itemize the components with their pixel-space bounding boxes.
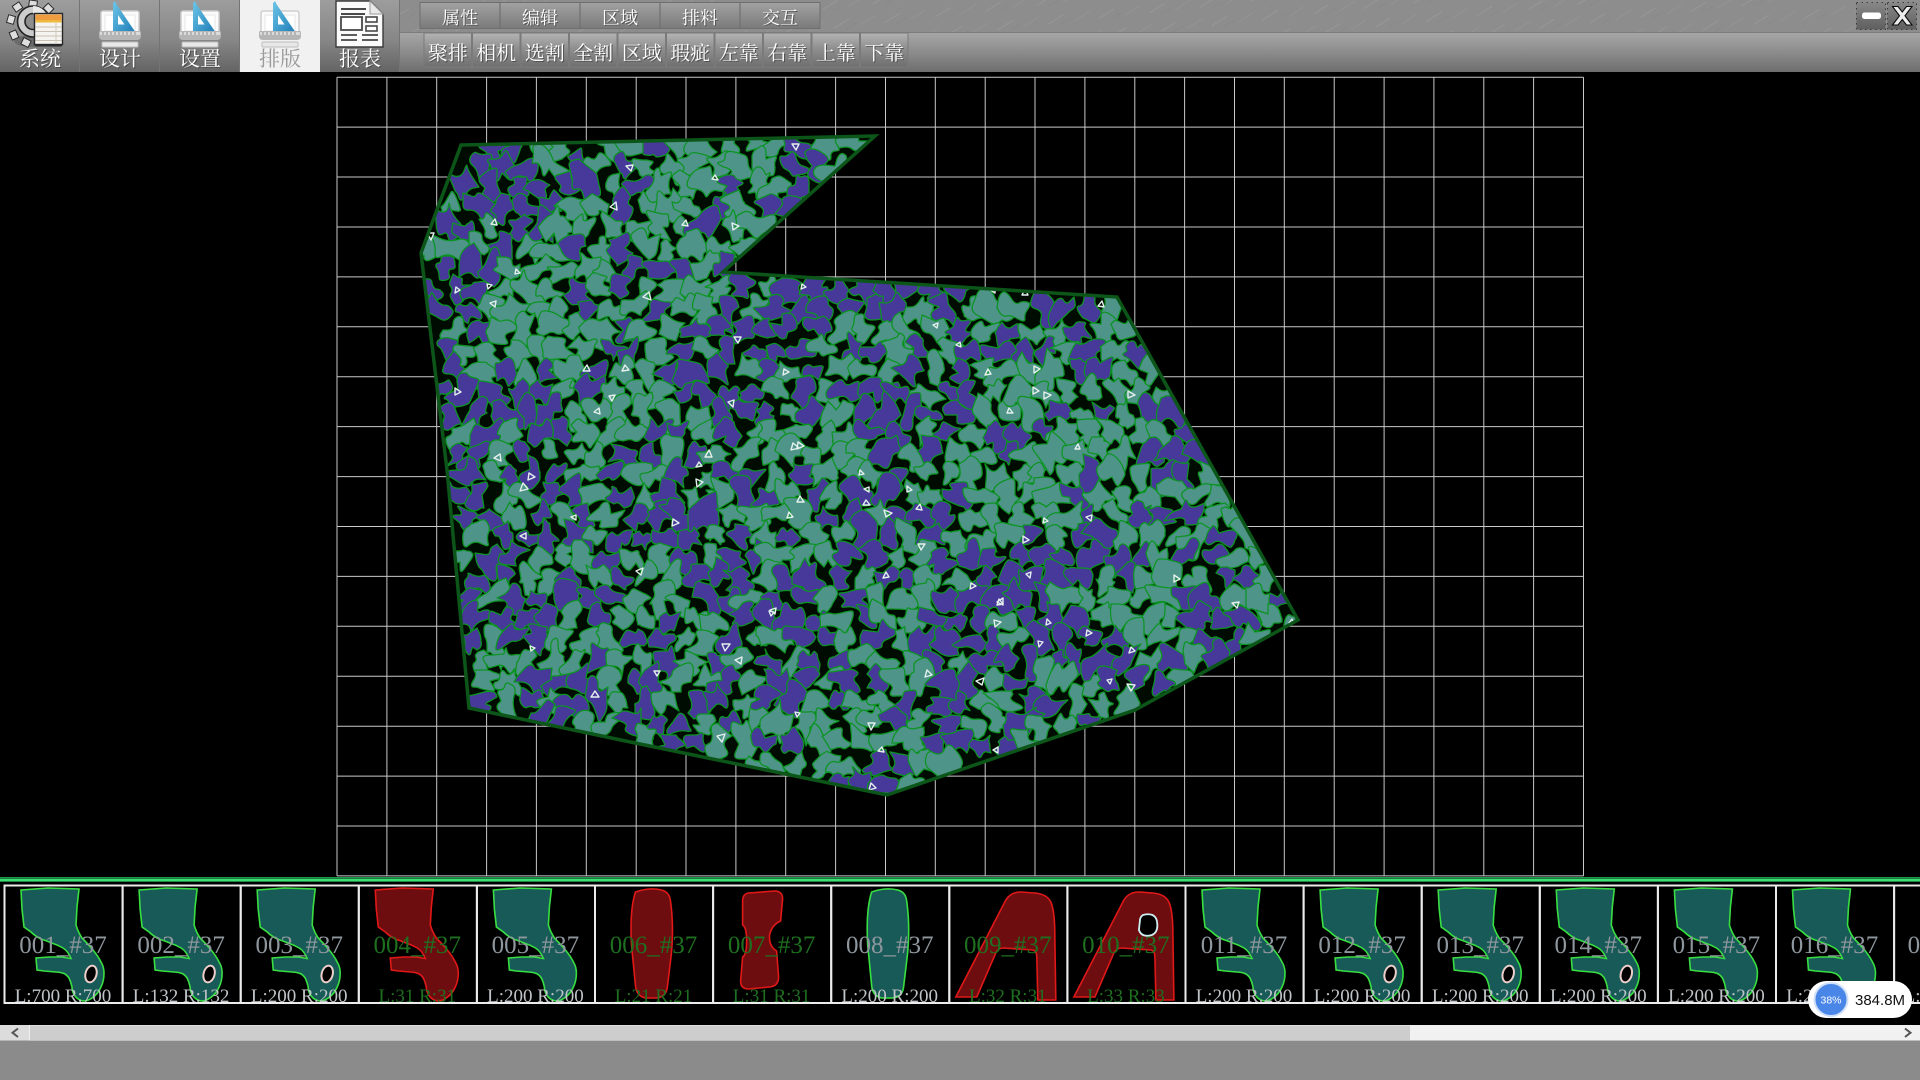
- svg-text:L:200 R:200: L:200 R:200: [1668, 986, 1765, 1007]
- svg-text:009_#37: 009_#37: [964, 932, 1052, 959]
- svg-text:L:21 R:21: L:21 R:21: [615, 986, 693, 1007]
- svg-text:013_#37: 013_#37: [1436, 932, 1524, 959]
- svg-text:L:700 R:700: L:700 R:700: [15, 986, 112, 1007]
- svg-text:015_#37: 015_#37: [1673, 932, 1761, 959]
- svg-text:L:31 R:31: L:31 R:31: [379, 986, 457, 1007]
- svg-text:L:32 R:31: L:32 R:31: [969, 986, 1047, 1007]
- svg-text:L:200 R:200: L:200 R:200: [1432, 986, 1529, 1007]
- svg-text:L:33 R:33: L:33 R:33: [1087, 986, 1165, 1007]
- svg-text:002_#37: 002_#37: [137, 932, 225, 959]
- svg-text:L:200 R:200: L:200 R:200: [251, 986, 348, 1007]
- svg-text:001_#37: 001_#37: [19, 932, 107, 959]
- svg-text:38%: 38%: [1820, 995, 1841, 1007]
- svg-text:L:200 R:200: L:200 R:200: [1196, 986, 1293, 1007]
- svg-text:016_#37: 016_#37: [1791, 932, 1879, 959]
- svg-text:384.8M: 384.8M: [1855, 992, 1905, 1009]
- svg-text:005_#37: 005_#37: [492, 932, 580, 959]
- svg-text:L:200 R:200: L:200 R:200: [1550, 986, 1647, 1007]
- svg-text:008_#37: 008_#37: [846, 932, 934, 959]
- svg-text:004_#37: 004_#37: [374, 932, 462, 959]
- svg-text:006_#37: 006_#37: [610, 932, 698, 959]
- svg-text:010_#37: 010_#37: [1082, 932, 1170, 959]
- svg-text:011_#37: 011_#37: [1201, 932, 1288, 959]
- svg-text:007_#37: 007_#37: [728, 932, 816, 959]
- svg-text:003_#37: 003_#37: [255, 932, 343, 959]
- svg-text:L:200 R:200: L:200 R:200: [1314, 986, 1411, 1007]
- svg-text:014_#37: 014_#37: [1555, 932, 1643, 959]
- svg-text:L:200 R:200: L:200 R:200: [487, 986, 584, 1007]
- svg-text:L:132 R:132: L:132 R:132: [133, 986, 230, 1007]
- svg-text:L:200 R:200: L:200 R:200: [841, 986, 938, 1007]
- svg-text:012_#37: 012_#37: [1318, 932, 1406, 959]
- svg-text:0: 0: [1908, 932, 1920, 959]
- svg-text:L:31 R:31: L:31 R:31: [733, 986, 811, 1007]
